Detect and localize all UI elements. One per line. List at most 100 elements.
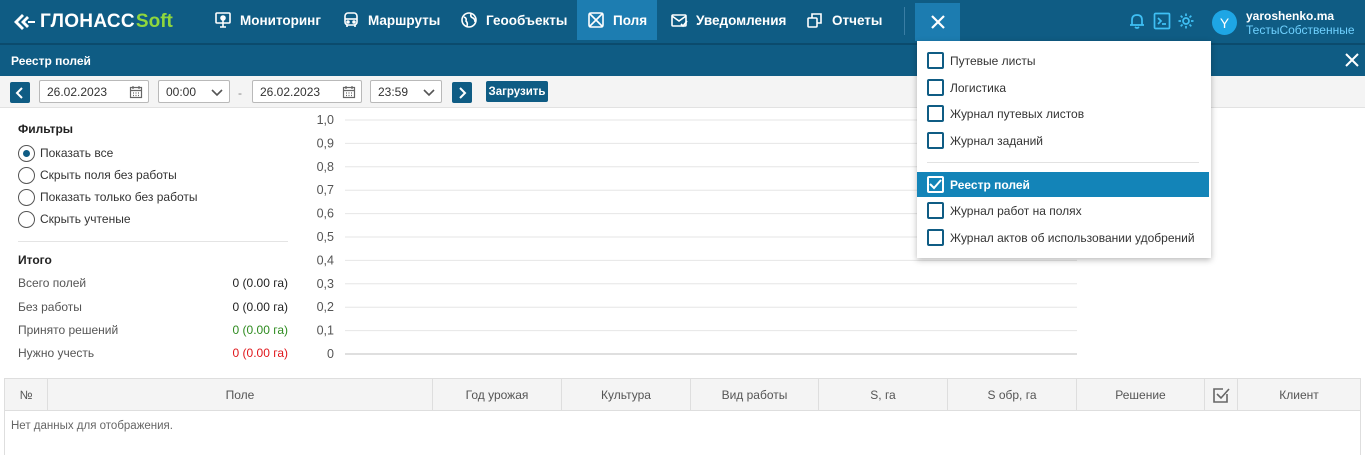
column-field[interactable]: Поле xyxy=(48,379,433,410)
y-tick-label: 0,9 xyxy=(317,136,334,150)
modules-dropdown-menu: Путевые листы Логистика Журнал путевых л… xyxy=(917,41,1211,258)
filters-title: Фильтры xyxy=(18,122,74,136)
radio-button[interactable] xyxy=(18,144,35,162)
checkbox[interactable] xyxy=(927,202,944,219)
menu-item-label: Журнал работ на полях xyxy=(950,203,1082,218)
calendar-icon[interactable] xyxy=(129,85,143,99)
time-to-select[interactable]: 23:59 xyxy=(370,80,442,103)
nav-item-fields[interactable]: Поля xyxy=(577,0,658,40)
y-tick-label: 0,5 xyxy=(317,230,334,244)
menu-separator xyxy=(927,162,1199,163)
filter-hide-without-work[interactable]: Скрыть поля без работы xyxy=(18,166,177,184)
nav-item-notifications[interactable]: Уведомления xyxy=(659,0,797,40)
time-from-value: 00:00 xyxy=(166,84,197,99)
column-processed-area[interactable]: S обр, га xyxy=(948,379,1077,410)
without-work-label: Без работы xyxy=(18,300,82,314)
y-tick-label: 0,2 xyxy=(317,300,334,314)
next-day-button[interactable] xyxy=(452,82,472,103)
menu-item-label: Путевые листы xyxy=(950,53,1036,68)
column-area[interactable]: S, га xyxy=(819,379,948,410)
column-accounted[interactable] xyxy=(1205,379,1238,410)
menu-item-fertilizer-acts[interactable]: Журнал актов об использовании удобрений xyxy=(917,225,1209,250)
user-name[interactable]: yaroshenko.ma xyxy=(1246,9,1334,23)
menu-item-waybills[interactable]: Путевые листы xyxy=(917,48,1209,73)
totals-title: Итого xyxy=(18,253,52,267)
nav-item-monitoring[interactable]: Мониторинг xyxy=(203,0,332,40)
field-icon xyxy=(588,12,604,28)
column-work-type[interactable]: Вид работы xyxy=(691,379,819,410)
menu-item-field-work-journal[interactable]: Журнал работ на полях xyxy=(917,198,1209,223)
checkbox[interactable] xyxy=(927,52,944,69)
checkbox[interactable] xyxy=(927,105,944,122)
radio-button[interactable] xyxy=(18,188,35,206)
y-tick-label: 0,4 xyxy=(317,253,334,267)
checkbox[interactable] xyxy=(927,132,944,149)
chevron-down-icon xyxy=(423,89,435,97)
filter-only-without-work[interactable]: Показать только без работы xyxy=(18,188,198,206)
decisions-value: 0 (0.00 га) xyxy=(232,323,288,337)
close-menu-button[interactable] xyxy=(915,3,960,41)
total-fields-value: 0 (0.00 га) xyxy=(232,276,288,290)
user-organization: ТестыСобственные xyxy=(1246,23,1355,37)
close-window-icon[interactable] xyxy=(1345,53,1359,67)
column-decision[interactable]: Решение xyxy=(1077,379,1205,410)
chevron-left-icon xyxy=(15,86,23,99)
date-from-input[interactable]: 26.02.2023 xyxy=(39,80,149,103)
nav-item-routes[interactable]: Маршруты xyxy=(331,0,451,40)
nav-item-reports[interactable]: Отчеты xyxy=(795,0,893,40)
y-axis-ticks: 1,0 0,9 0,8 0,7 0,6 0,5 0,4 0,3 0,2 0,1 0 xyxy=(317,113,334,361)
checkbox[interactable] xyxy=(927,229,944,246)
menu-item-field-registry[interactable]: Реестр полей xyxy=(917,172,1209,197)
decisions-label: Принято решений xyxy=(18,323,119,337)
filter-show-all[interactable]: Показать все xyxy=(18,144,113,162)
radio-button[interactable] xyxy=(18,166,35,184)
nav-item-label: Геообъекты xyxy=(486,12,568,28)
radio-button[interactable] xyxy=(18,210,35,228)
chevron-down-icon xyxy=(211,89,223,97)
column-crop[interactable]: Культура xyxy=(562,379,691,410)
date-to-input[interactable]: 26.02.2023 xyxy=(252,80,362,103)
avatar[interactable]: Y xyxy=(1212,10,1237,35)
previous-day-button[interactable] xyxy=(10,82,30,103)
load-button[interactable]: Загрузить xyxy=(486,81,548,102)
envelope-icon xyxy=(671,14,688,28)
logo-icon xyxy=(14,14,35,30)
close-icon xyxy=(930,15,945,29)
without-work-value: 0 (0.00 га) xyxy=(232,300,288,314)
range-dash: - xyxy=(238,86,242,100)
nav-item-geoobjects[interactable]: Геообъекты xyxy=(449,0,578,40)
bell-icon[interactable] xyxy=(1128,12,1146,30)
monitor-icon xyxy=(215,12,231,28)
column-client[interactable]: Клиент xyxy=(1238,379,1360,410)
date-from-value: 26.02.2023 xyxy=(47,84,108,99)
menu-item-label: Журнал путевых листов xyxy=(950,106,1085,121)
to-account-label: Нужно учесть xyxy=(18,346,95,360)
checkbox[interactable] xyxy=(927,79,944,96)
nav-item-label: Поля xyxy=(613,12,648,28)
app-logo[interactable]: ГЛОНАСС Soft xyxy=(12,10,173,34)
column-harvest-year[interactable]: Год урожая xyxy=(433,379,562,410)
time-to-value: 23:59 xyxy=(378,84,409,99)
logo-text: ГЛОНАСС xyxy=(40,11,135,32)
filter-label: Показать только без работы xyxy=(40,190,198,204)
column-number[interactable]: № xyxy=(5,379,48,410)
terminal-icon[interactable] xyxy=(1153,12,1171,30)
menu-item-logistics[interactable]: Логистика xyxy=(917,75,1209,100)
window-title: Реестр полей xyxy=(11,54,91,68)
calendar-icon[interactable] xyxy=(342,85,356,99)
nav-item-label: Маршруты xyxy=(368,12,441,28)
menu-item-label: Реестр полей xyxy=(950,177,1030,192)
menu-item-task-journal[interactable]: Журнал заданий xyxy=(917,128,1209,153)
filter-hide-accounted[interactable]: Скрыть учтеные xyxy=(18,210,131,228)
to-account-value: 0 (0.00 га) xyxy=(232,346,288,360)
menu-item-label: Журнал заданий xyxy=(950,133,1044,148)
nav-item-label: Мониторинг xyxy=(240,12,321,28)
y-tick-label: 0,8 xyxy=(317,160,334,174)
radio-selected-dot xyxy=(23,149,30,157)
time-from-select[interactable]: 00:00 xyxy=(158,80,230,103)
menu-item-waybill-journal[interactable]: Журнал путевых листов xyxy=(917,101,1209,126)
gear-icon[interactable] xyxy=(1177,12,1195,30)
y-tick-label: 0 xyxy=(327,347,334,361)
checkbox-checked[interactable] xyxy=(927,176,944,193)
menu-item-label: Логистика xyxy=(950,80,1007,95)
